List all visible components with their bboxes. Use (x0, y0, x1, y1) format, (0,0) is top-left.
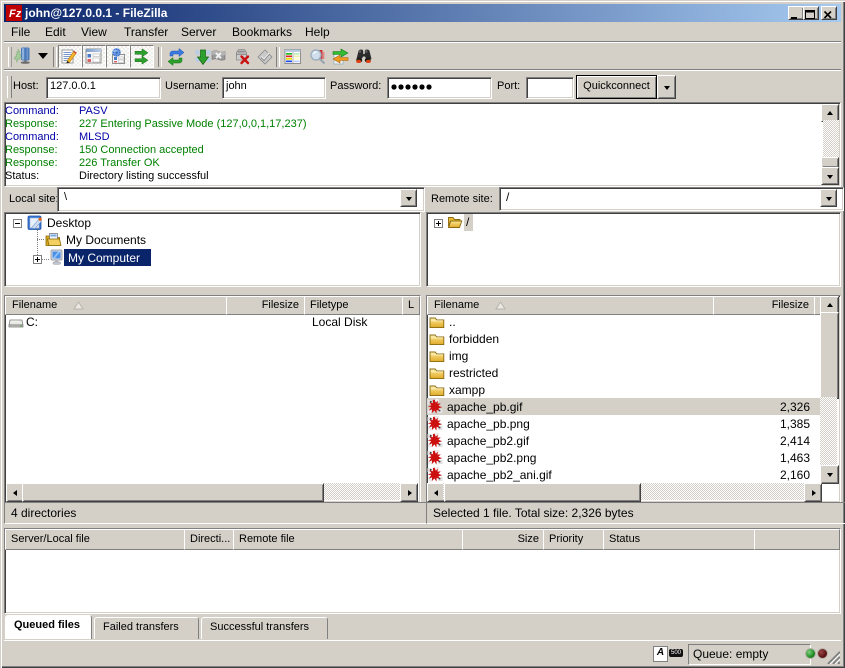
svg-text:Fz: Fz (9, 8, 22, 20)
